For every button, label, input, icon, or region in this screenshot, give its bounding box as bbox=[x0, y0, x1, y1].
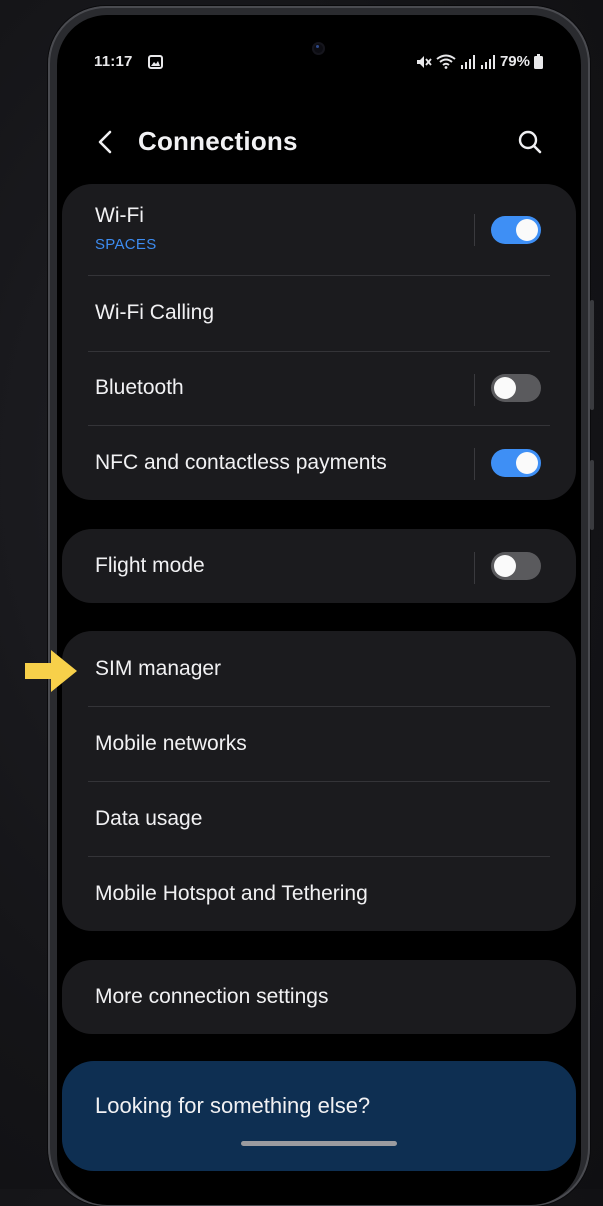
nfc-label: NFC and contactless payments bbox=[95, 450, 387, 474]
image-notification-icon bbox=[148, 55, 163, 69]
sim-manager-label: SIM manager bbox=[95, 656, 222, 680]
page-title: Connections bbox=[138, 126, 298, 156]
status-icons: 79% bbox=[416, 53, 543, 70]
status-time: 11:17 bbox=[94, 53, 133, 70]
hotspot-label: Mobile Hotspot and Tethering bbox=[95, 881, 368, 905]
wifi-toggle[interactable] bbox=[491, 216, 541, 244]
mobile-networks-label: Mobile networks bbox=[95, 731, 247, 755]
toggle-knob bbox=[494, 377, 516, 399]
status-bar: 11:17 79% bbox=[94, 52, 543, 74]
settings-group-mobile: SIM manager Mobile networks Data usage M… bbox=[62, 631, 576, 931]
wifi-calling-row[interactable]: Wi-Fi Calling bbox=[62, 275, 576, 351]
flight-mode-row[interactable]: Flight mode bbox=[62, 529, 576, 603]
hotspot-row[interactable]: Mobile Hotspot and Tethering bbox=[62, 856, 576, 931]
more-connection-settings-label: More connection settings bbox=[95, 985, 329, 1008]
flight-mode-toggle[interactable] bbox=[491, 552, 541, 580]
looking-for-something-else-label: Looking for something else? bbox=[95, 1093, 371, 1118]
phone-side-button bbox=[590, 460, 594, 530]
signal-icon bbox=[460, 54, 475, 69]
app-header: Connections bbox=[80, 118, 550, 166]
wifi-icon bbox=[436, 54, 456, 69]
arrow-right-icon bbox=[25, 650, 77, 692]
nfc-toggle[interactable] bbox=[491, 448, 541, 477]
settings-group-more: More connection settings bbox=[62, 960, 576, 1034]
divider bbox=[474, 448, 475, 480]
bluetooth-row[interactable]: Bluetooth bbox=[62, 351, 576, 425]
looking-for-something-else-card[interactable]: Looking for something else? bbox=[62, 1061, 576, 1171]
data-usage-label: Data usage bbox=[95, 806, 203, 830]
toggle-knob bbox=[516, 451, 538, 474]
toggle-knob bbox=[494, 555, 516, 577]
flight-mode-label: Flight mode bbox=[95, 554, 205, 577]
toggle-knob bbox=[516, 219, 538, 241]
signal-icon bbox=[480, 54, 495, 69]
battery-icon bbox=[534, 54, 543, 69]
wifi-label: Wi-Fi bbox=[95, 204, 144, 227]
sim-manager-row[interactable]: SIM manager bbox=[62, 631, 576, 706]
gesture-nav-bar[interactable] bbox=[241, 1141, 397, 1146]
mobile-networks-row[interactable]: Mobile networks bbox=[62, 706, 576, 781]
chevron-left-icon[interactable] bbox=[88, 124, 124, 160]
battery-percent: 79% bbox=[499, 53, 530, 70]
bluetooth-toggle[interactable] bbox=[491, 374, 541, 402]
bluetooth-label: Bluetooth bbox=[95, 376, 184, 399]
more-connection-settings-row[interactable]: More connection settings bbox=[62, 960, 576, 1034]
data-usage-row[interactable]: Data usage bbox=[62, 781, 576, 856]
search-icon[interactable] bbox=[512, 124, 548, 160]
wifi-row[interactable]: Wi-Fi SPACES bbox=[62, 184, 576, 275]
divider bbox=[474, 552, 475, 584]
settings-group-network: Wi-Fi SPACES Wi-Fi Calling Bluetooth NFC… bbox=[62, 184, 576, 500]
divider bbox=[474, 214, 475, 246]
nfc-row[interactable]: NFC and contactless payments bbox=[62, 425, 576, 500]
phone-side-button bbox=[590, 300, 594, 410]
wifi-calling-label: Wi-Fi Calling bbox=[95, 301, 215, 324]
mute-icon bbox=[416, 55, 432, 68]
divider bbox=[474, 374, 475, 406]
wifi-network-name: SPACES bbox=[95, 236, 157, 253]
settings-group-flight: Flight mode bbox=[62, 529, 576, 603]
